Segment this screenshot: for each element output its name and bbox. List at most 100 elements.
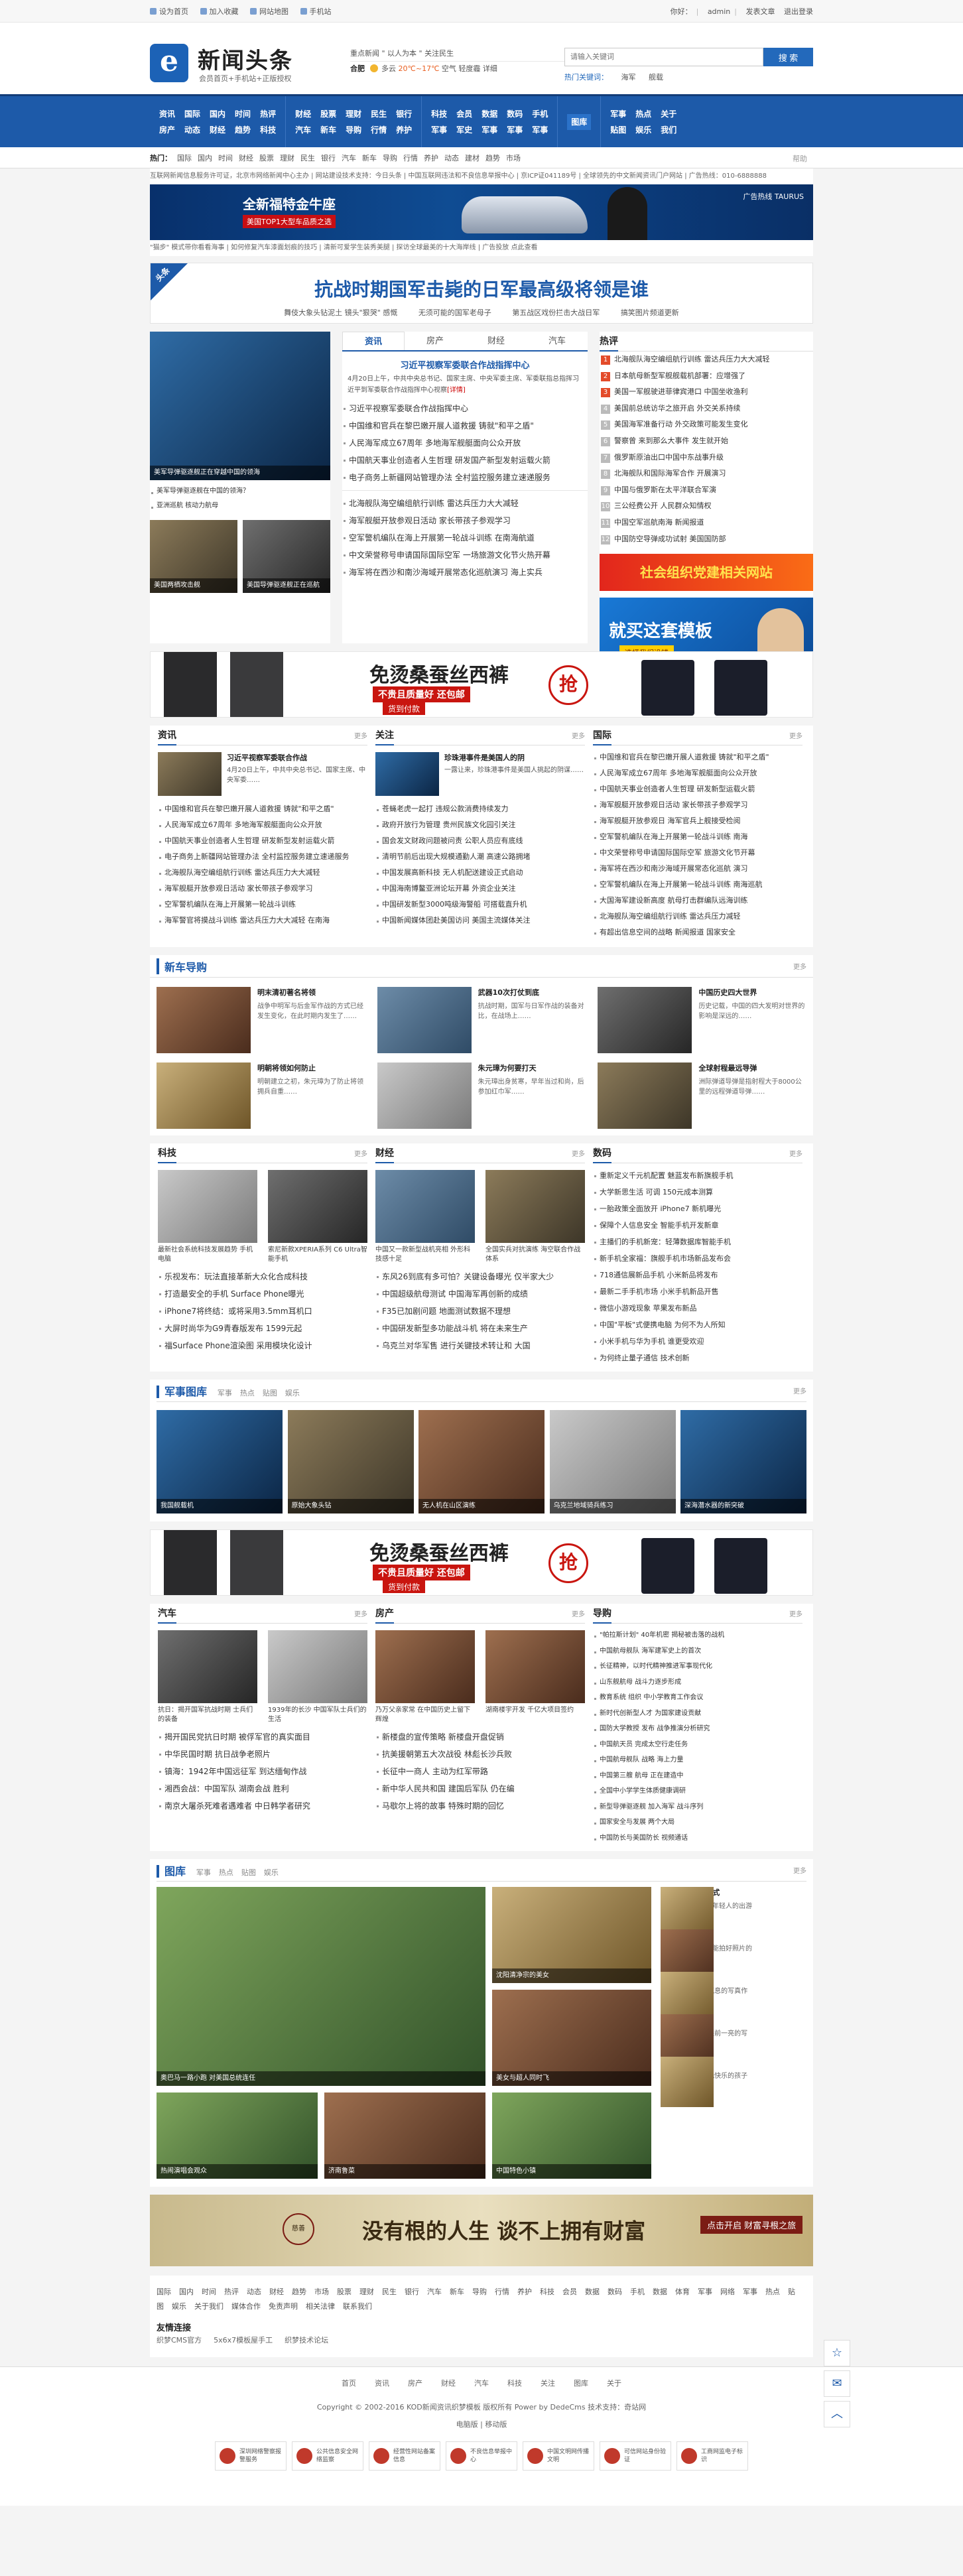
footer-link[interactable]: 股票 — [337, 2287, 352, 2296]
ad-party[interactable]: 社会组织党建相关网站 — [600, 554, 813, 592]
finance-more-link[interactable]: 更多 — [572, 1148, 585, 1158]
list-item[interactable]: 人民海军成立67周年 多地海军舰艇面向公众开放 — [342, 434, 588, 452]
list-item[interactable]: 国家安全与发展 两个大局 — [593, 1815, 802, 1831]
list-item[interactable]: 人民海军成立67周年 多地海军舰艇面向公众开放 — [593, 765, 802, 781]
lead-title[interactable]: 习近平视察军委联合作战指挥中心 — [348, 358, 582, 371]
list-item[interactable]: 新手机全家福：旗舰手机市场新品发布会 — [593, 1250, 802, 1267]
list-item[interactable]: 清明节前后出现大规模通勤人潮 高速公路拥堵 — [375, 849, 585, 865]
hot-tag[interactable]: 时间 — [218, 153, 233, 163]
guide-item[interactable]: 朱元璋为何要打天 朱元璋出身贫寒，早年当过和尚，后参加红巾军…… — [377, 1063, 586, 1129]
logo-icon[interactable]: e — [150, 44, 188, 82]
list-item[interactable]: 山东舰航母 战斗力逐步形成 — [593, 1675, 802, 1691]
list-item[interactable]: 苍蝇老虎一起打 违规公款消费持续发力 — [375, 801, 585, 817]
list-item[interactable]: 新楼盘的宣传策略 新楼盘开盘促销 — [375, 1728, 585, 1746]
list-item[interactable]: 国防大学教授 发布 战争推演分析研究 — [593, 1721, 802, 1737]
ad-banner-ford[interactable]: 全新福特金牛座 美国TOP1大型车品质之选 广告热线 TAURUS — [150, 184, 813, 240]
list-item[interactable]: 马歇尔上将的故事 特殊时期的回忆 — [375, 1797, 585, 1815]
hot-item[interactable]: 3 美国一军舰驶进菲律宾港口 中国坐收渔利 — [600, 384, 813, 401]
thumb-item[interactable]: 索尼新款XPERIA系列 C6 Ultra智能手机 — [268, 1170, 367, 1264]
footer-link[interactable]: 时间 — [202, 2287, 216, 2296]
nav-item[interactable]: 手机 — [532, 106, 548, 122]
list-item[interactable]: 南京大屠杀死难者遇难者 中日韩学者研究 — [158, 1797, 367, 1815]
nav-item[interactable]: 趋势 — [235, 122, 251, 138]
footer-link[interactable]: 汽车 — [427, 2287, 442, 2296]
hot-tag[interactable]: 财经 — [239, 153, 253, 163]
list-item[interactable]: 北海舰队海空编组航行训练 雷达兵压力减轻 — [593, 909, 802, 925]
hot-tag[interactable]: 养护 — [424, 153, 438, 163]
nav-item[interactable]: 军事 — [507, 122, 523, 138]
thumb-image[interactable]: 美国两栖攻击舰 — [150, 520, 237, 593]
list-item[interactable]: 中国维和官兵在黎巴嫩开展人道救援 铸就"和平之盾" — [593, 749, 802, 765]
ad-trousers-2[interactable]: 免烫桑蚕丝西裤 不贵且质量好 还包邮 货到付款 抢 — [150, 1529, 813, 1596]
list-item[interactable]: 空军警机编队在海上开展第一轮战斗训练 南海巡航 — [593, 877, 802, 893]
gallery-side-item[interactable]: "嗨吧" 拍照模式外形时尚，适合年轻人的出游拍照神器 — [661, 1887, 806, 1937]
gallery-photo[interactable]: 奥巴马一路小跑 对美国总统连任 — [157, 1887, 485, 2086]
list-item[interactable]: 电子商务上新疆网站管理办法 全村监控服务建立速递服务 — [342, 469, 588, 486]
list-item[interactable]: 空军警机编队在海上开展第一轮战斗训练 南海 — [593, 829, 802, 845]
guide-item[interactable]: 中国历史四大世界 历史记载，中国的四大发明对世界的影响是深远的…… — [598, 987, 806, 1053]
site-title[interactable]: 新闻头条 — [198, 42, 293, 75]
footer-link[interactable]: 联系我们 — [343, 2302, 372, 2311]
list-item[interactable]: 海军舰艇开放参观日活动 家长带孩子参观学习 — [158, 881, 367, 897]
footer-link[interactable]: 会员 — [562, 2287, 577, 2296]
nav-item[interactable]: 图库 — [567, 113, 592, 130]
footer-nav-link[interactable]: 汽车 — [474, 2379, 489, 2388]
list-item[interactable]: 中国航天事业创造者人生哲理 研发国产新型发射运载火箭 — [342, 452, 588, 469]
military-photo[interactable]: 深海潜水器的新突破 — [680, 1410, 806, 1513]
hot-tag[interactable]: 市场 — [506, 153, 521, 163]
sitemap-text[interactable]: 网站地图 — [259, 7, 289, 16]
list-item[interactable]: 亚洲巡航 核动力航母 — [150, 499, 330, 513]
trust-badge[interactable]: 可信网站身份验证 — [600, 2441, 671, 2471]
friend-link[interactable]: 5x6x7模板屋手工 — [214, 2336, 273, 2345]
nav-item[interactable]: 热点 — [635, 106, 651, 122]
footer-link[interactable]: 理财 — [359, 2287, 374, 2296]
headline-sub-link[interactable]: 无须可能的国军老母子 — [418, 308, 491, 317]
footer-link[interactable]: 数据 — [585, 2287, 600, 2296]
hot-tag[interactable]: 趋势 — [485, 153, 500, 163]
list-item[interactable]: 重新定义千元机配置 魅蓝发布新旗舰手机 — [593, 1167, 802, 1184]
nav-item[interactable]: 贴图 — [610, 122, 626, 138]
footer-nav-link[interactable]: 房产 — [408, 2379, 422, 2388]
weather-detail-link[interactable]: 详细 — [483, 64, 497, 73]
footer-link[interactable]: 养护 — [517, 2287, 532, 2296]
nav-item[interactable]: 国内 — [210, 106, 225, 122]
list-item[interactable]: 中国研发新型3000吨级海警船 可搭载直升机 — [375, 897, 585, 913]
tab-pics[interactable]: 贴图 — [241, 1868, 256, 1877]
list-item[interactable]: 有超出信息空间的战略 新闻报道 国家安全 — [593, 925, 802, 940]
tab-ent[interactable]: 娱乐 — [285, 1389, 300, 1397]
list-item[interactable]: 主播们的手机新宠：轻薄数据库智能手机 — [593, 1234, 802, 1250]
list-item[interactable]: 718通信展新品手机 小米新品将发布 — [593, 1267, 802, 1283]
list-item[interactable]: 中华民国时期 抗日战争老照片 — [158, 1746, 367, 1763]
list-item[interactable]: 新中华人民共和国 建国后军队 仍在编 — [375, 1780, 585, 1797]
list-item[interactable]: 镇海：1942年中国远征军 到达缅甸作战 — [158, 1763, 367, 1780]
back-to-top-icon[interactable]: ︿ — [824, 2401, 850, 2427]
nav-item[interactable]: 股票 — [320, 106, 336, 122]
thumb-item[interactable]: 乃万父亲家常 在中国历史上留下辉煌 — [375, 1630, 475, 1724]
list-item[interactable]: 中国第三艘 航母 正在建造中 — [593, 1768, 802, 1784]
shop-more-link[interactable]: 更多 — [789, 1608, 802, 1618]
footer-link[interactable]: 热点 — [765, 2287, 780, 2296]
list-item[interactable]: 教育系统 组织 中小学教育工作会议 — [593, 1690, 802, 1706]
more-link[interactable]: 更多 — [789, 730, 802, 740]
hot-keyword[interactable]: 海军 — [621, 73, 636, 82]
footer-link[interactable]: 相关法律 — [306, 2302, 335, 2311]
hot-item[interactable]: 1 北海舰队海空编组航行训练 雷达兵压力大大减轻 — [600, 352, 813, 368]
footer-link[interactable]: 国际 — [157, 2287, 171, 2296]
nav-item[interactable]: 理财 — [346, 106, 361, 122]
hot-item[interactable]: 10 三公经费公开 人民群众知情权 — [600, 498, 813, 515]
thumb-item[interactable]: 1939年的长沙 中国军队士兵们的生活 — [268, 1630, 367, 1724]
hot-keyword[interactable]: 舰载 — [649, 73, 663, 82]
hot-item[interactable]: 8 北海舰队和国际海军合作 开展演习 — [600, 466, 813, 482]
nav-item[interactable]: 国际 — [184, 106, 200, 122]
footer-link[interactable]: 手机 — [630, 2287, 645, 2296]
military-photo[interactable]: 我国舰载机 — [157, 1410, 283, 1513]
ticker-bottom[interactable]: "猫步" 模式带你看看海事 | 如何修复汽车漆面划痕的技巧 | 清新可爱学生装秀… — [150, 240, 813, 256]
version-links[interactable]: 电脑版 | 移动版 — [0, 2419, 963, 2429]
footer-link[interactable]: 新车 — [450, 2287, 464, 2296]
gallery-more-link[interactable]: 更多 — [793, 1865, 806, 1875]
footer-link[interactable]: 免责声明 — [269, 2302, 298, 2311]
list-item[interactable]: 中国发展高新科技 无人机配送建设正式启动 — [375, 865, 585, 881]
hot-item[interactable]: 2 日本航母新型军舰舰载机部署：应增强了 — [600, 368, 813, 385]
nav-item[interactable]: 数据 — [481, 106, 497, 122]
footer-nav-link[interactable]: 关注 — [541, 2379, 555, 2388]
